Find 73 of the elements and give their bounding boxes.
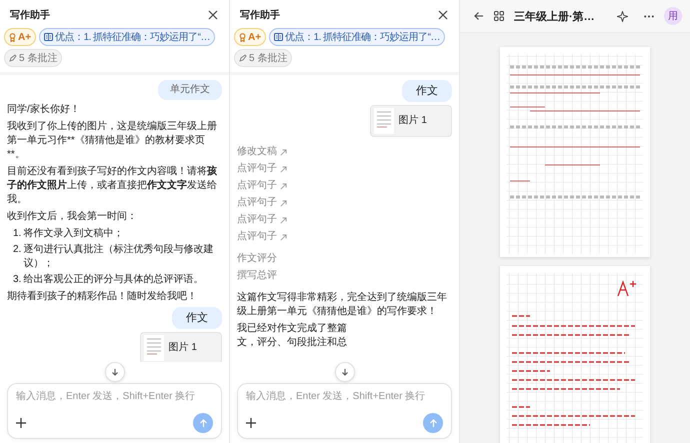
grade-badge[interactable]: A+ bbox=[234, 28, 266, 46]
book-icon bbox=[274, 33, 284, 41]
message-text: 同学/家长你好！ bbox=[7, 103, 81, 117]
action-link[interactable]: 点评句子 bbox=[237, 162, 287, 176]
message-text: 文，评分、句段批注和总 bbox=[237, 336, 347, 350]
strength-chip[interactable]: 优点：1. 抓特征准确：巧妙运用了“… bbox=[39, 28, 216, 46]
list-item-text: 逐句进行认真批注（标注优秀句段与修改建议）； bbox=[23, 243, 214, 271]
message-text: 期待看到孩子的精彩作品！随时发给我吧！ bbox=[7, 290, 198, 304]
arrow-up-icon bbox=[428, 418, 438, 428]
sparkle-button[interactable] bbox=[617, 10, 628, 22]
scroll-down-button[interactable] bbox=[334, 362, 354, 382]
back-icon bbox=[474, 11, 484, 21]
action-link[interactable]: 点评句子 bbox=[237, 179, 287, 193]
arrow-down-icon bbox=[110, 368, 118, 376]
pencil-icon bbox=[9, 54, 17, 62]
more-icon bbox=[644, 14, 654, 18]
arrow-up-right-icon bbox=[280, 148, 287, 156]
document-title: 三年级上册·第… bbox=[514, 10, 596, 24]
annotations-chip[interactable]: 5 条批注 bbox=[234, 49, 292, 67]
medal-icon bbox=[239, 32, 246, 42]
step-label: 作文评分 bbox=[237, 252, 277, 266]
arrow-up-right-icon bbox=[280, 200, 287, 206]
arrow-up-right-icon bbox=[280, 182, 287, 190]
strength-chip[interactable]: 优点：1. 抓特征准确：巧妙运用了“… bbox=[269, 28, 446, 46]
list-number: 1. bbox=[13, 227, 22, 241]
add-button[interactable] bbox=[246, 418, 256, 428]
close-button[interactable] bbox=[207, 9, 219, 21]
attachment-label: 图片 1 bbox=[398, 114, 427, 128]
action-link[interactable]: 点评句子 bbox=[237, 230, 287, 244]
step-label: 撰写总评 bbox=[237, 269, 277, 283]
grid-button[interactable] bbox=[494, 11, 504, 21]
grid-icon bbox=[494, 11, 504, 21]
close-icon bbox=[208, 10, 218, 20]
plus-icon bbox=[246, 418, 256, 428]
arrow-up-right-icon bbox=[280, 234, 287, 240]
action-link[interactable]: 点评句子 bbox=[237, 196, 287, 210]
message-bubble: 单元作文 bbox=[158, 80, 222, 100]
message-bubble: 作文 bbox=[402, 80, 452, 102]
user-avatar[interactable]: 用 bbox=[664, 7, 682, 25]
book-icon bbox=[44, 33, 54, 41]
list-number: 2. bbox=[13, 243, 22, 257]
message-text: 我收到了你上传的图片，这是统编版三年级上册第一单元习作**《猜猜他是谁》的教材要求页**。 bbox=[7, 120, 218, 162]
attachment-label: 图片 1 bbox=[168, 341, 197, 355]
list-item-text: 将作文录入到文稿中； bbox=[23, 227, 124, 241]
back-button[interactable] bbox=[474, 11, 484, 21]
list-item-text: 给出客观公正的评分与具体的总评评语。 bbox=[23, 273, 204, 287]
plus-icon bbox=[16, 418, 26, 428]
message-text: 这篇作文写得非常精彩，完全达到了统编版三年级上册第一单元《猜猜他是谁》的写作要求！ bbox=[237, 291, 448, 319]
action-link[interactable]: 修改文稿 bbox=[237, 145, 287, 159]
message-text: 我已经对作文完成了整篇 bbox=[237, 322, 347, 336]
sparkle-icon bbox=[617, 10, 628, 22]
message-bubble: 作文 bbox=[172, 307, 222, 329]
list-number: 3. bbox=[13, 273, 22, 287]
message-text: 收到作文后，我会第一时间： bbox=[7, 210, 138, 224]
panel-title: 写作助手 bbox=[10, 8, 50, 22]
pencil-icon bbox=[239, 54, 247, 62]
image-attachment[interactable]: 图片 1 bbox=[370, 105, 452, 137]
scroll-down-button[interactable] bbox=[104, 362, 124, 382]
message-text: 目前还没有看到孩子写好的作文内容哦！请将孩子的作文照片上传，或者直接把作文文字发送给我。 bbox=[7, 165, 218, 207]
close-icon bbox=[438, 10, 448, 20]
arrow-up-right-icon bbox=[280, 216, 287, 224]
action-link[interactable]: 点评句子 bbox=[237, 213, 287, 227]
grade-badge[interactable]: A+ bbox=[4, 28, 36, 46]
panel-title: 写作助手 bbox=[240, 8, 280, 22]
arrow-down-icon bbox=[340, 368, 348, 376]
more-button[interactable] bbox=[644, 14, 654, 18]
medal-icon bbox=[9, 32, 16, 42]
add-button[interactable] bbox=[16, 418, 26, 428]
arrow-up-right-icon bbox=[280, 166, 287, 172]
annotations-chip[interactable]: 5 条批注 bbox=[4, 49, 62, 67]
image-attachment[interactable]: 图片 1 bbox=[140, 332, 222, 362]
close-button[interactable] bbox=[437, 9, 449, 21]
arrow-up-icon bbox=[198, 418, 208, 428]
